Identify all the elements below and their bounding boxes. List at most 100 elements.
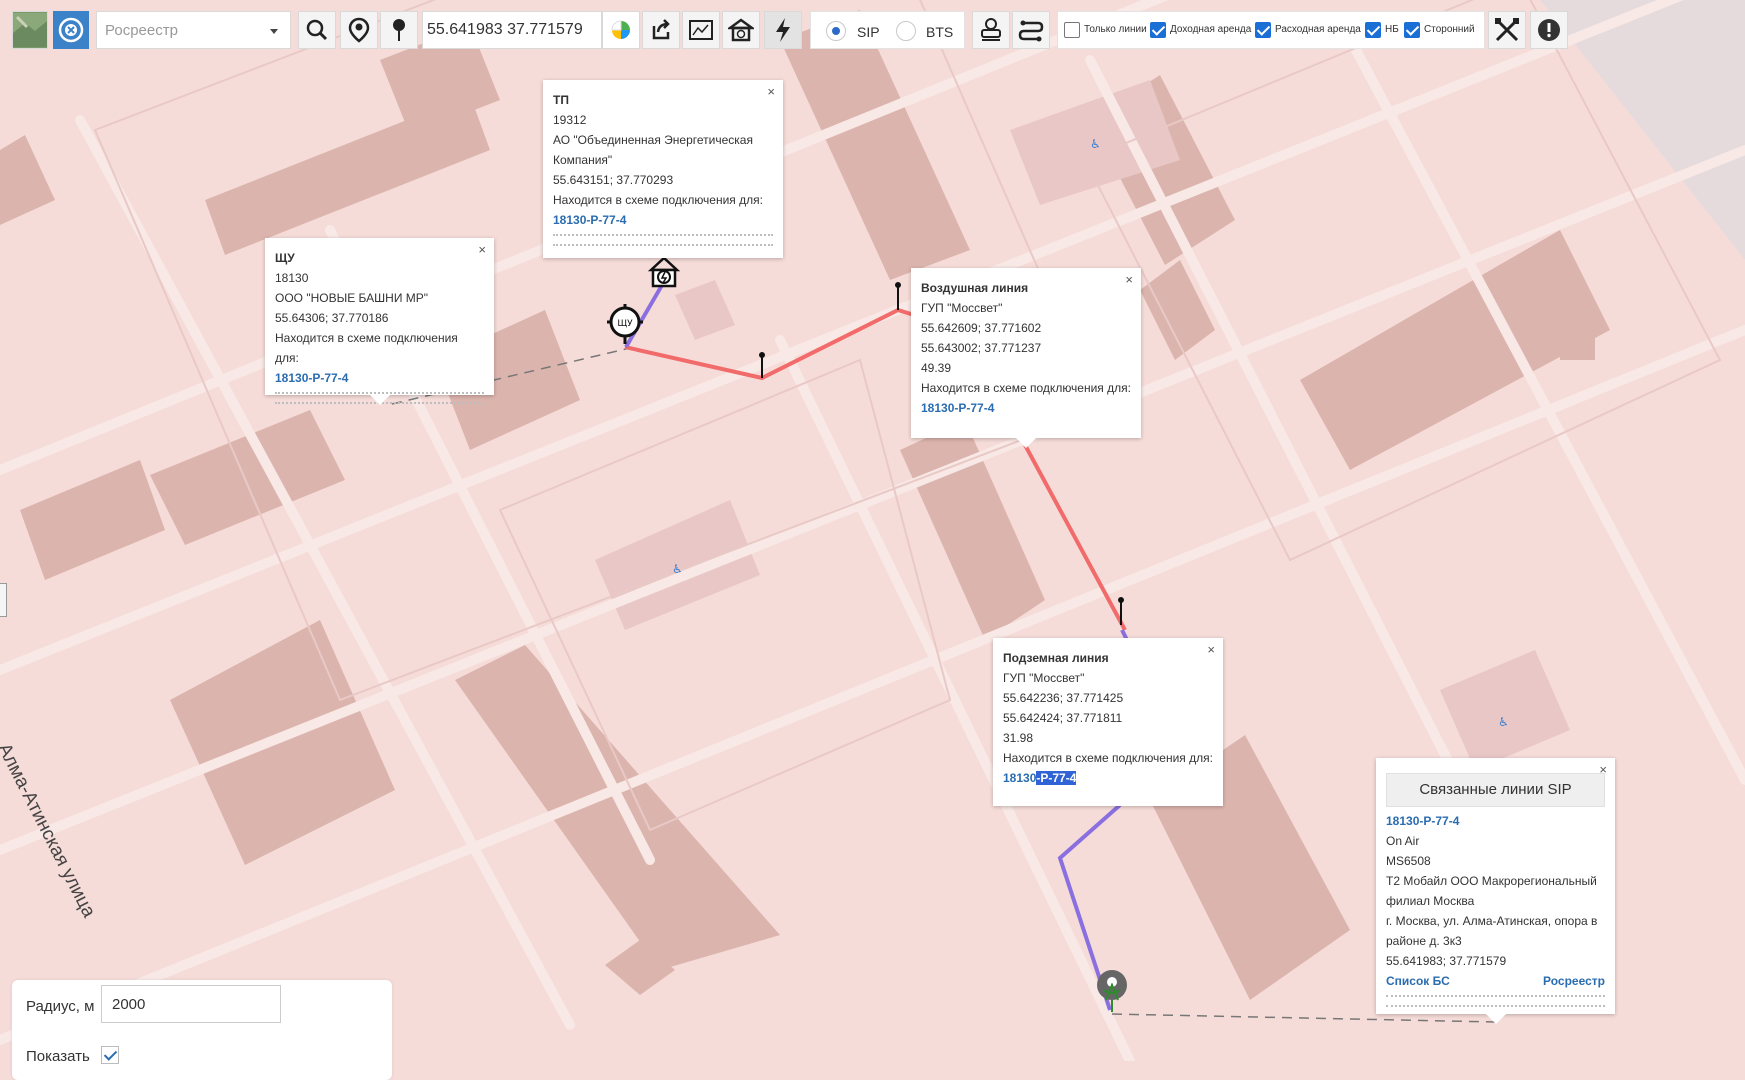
show-checkbox[interactable] (101, 1046, 119, 1064)
layer-select[interactable]: Росреестр (96, 11, 291, 49)
popup-length: 49.39 (921, 361, 952, 375)
reset-button[interactable] (53, 11, 89, 49)
filter-third-party-checkbox[interactable] (1404, 22, 1420, 38)
filter-expense-rent-label: Расходная аренда (1275, 24, 1361, 35)
close-icon[interactable]: × (1125, 270, 1133, 290)
popup-coords: 55.643151; 37.770293 (553, 173, 674, 187)
air-line-popup: × Воздушная линия ГУП "Моссвет" 55.64260… (911, 268, 1141, 448)
filter-checkboxes: Только линии Доходная аренда Расходная а… (1057, 11, 1485, 49)
rosreestr-link[interactable]: Росреестр (1543, 971, 1605, 991)
sip-link[interactable]: 18130-Р-77-4 (1386, 811, 1605, 831)
popup-coords-end: 55.642424; 37.771811 (1003, 711, 1123, 725)
search-button[interactable] (298, 11, 336, 49)
filter-expense-rent-checkbox[interactable] (1255, 22, 1271, 38)
popup-title: Воздушная линия (921, 281, 1029, 295)
radio-sip[interactable] (826, 21, 846, 41)
popup-title: ТП (553, 93, 569, 107)
popup-divider (553, 234, 773, 246)
sip-status: On Air (1386, 834, 1420, 848)
popup-org: ГУП "Моссвет" (921, 301, 1003, 315)
popup-org: АО "Объединенная Энергетическая (553, 133, 753, 147)
share-button[interactable] (642, 11, 680, 49)
route-button[interactable] (1012, 11, 1050, 49)
popup-org: ГУП "Моссвет" (1003, 671, 1085, 685)
popup-org: ООО "НОВЫЕ БАШНИ МР" (275, 291, 429, 305)
map-scheme-button[interactable] (682, 11, 720, 49)
radio-bts[interactable] (896, 21, 916, 41)
location-button[interactable] (340, 11, 378, 49)
alert-icon (1538, 19, 1560, 41)
filter-only-lines-checkbox[interactable] (1064, 22, 1080, 38)
show-label: Показать (26, 1048, 90, 1065)
popup-length: 31.98 (1003, 731, 1034, 745)
radio-sip-label: SIP (857, 24, 880, 40)
popup-id: 18130 (275, 271, 309, 285)
color-picker-button[interactable] (602, 11, 640, 49)
sip-org: Т2 Мобайл ООО Макрорегиональный (1386, 874, 1597, 888)
map-pin-icon (348, 17, 370, 43)
filter-income-rent-label: Доходная аренда (1170, 24, 1252, 35)
filter-income-rent-checkbox[interactable] (1150, 22, 1166, 38)
scheme-link[interactable]: 18130-Р-77-4 (553, 210, 773, 230)
bus-stop-icon: ♿ (672, 562, 683, 576)
sip-coords: 55.641983; 37.771579 (1386, 954, 1507, 968)
power-button[interactable] (764, 11, 802, 49)
scheme-link[interactable]: 18130-Р-77-4 (1003, 768, 1213, 788)
radius-input[interactable] (101, 985, 281, 1023)
stamp-button[interactable] (972, 11, 1010, 49)
sip-address: г. Москва, ул. Алма-Атинская, опора в (1386, 914, 1598, 928)
substation-button[interactable] (722, 11, 760, 49)
radius-panel: Радиус, м Показать (12, 980, 392, 1080)
bus-stop-icon: ♿ (1498, 715, 1509, 729)
popup-coords-start: 55.642609; 37.771602 (921, 321, 1042, 335)
popup-title: ЩУ (275, 251, 295, 265)
scheme-link-selected-text: -Р-77-4 (1036, 771, 1077, 785)
radio-bts-label: BTS (926, 24, 954, 40)
sip-address-cont: районе д. 3к3 (1386, 934, 1462, 948)
search-icon (306, 19, 328, 41)
lightning-icon (776, 18, 790, 42)
popup-scheme-label: Находится в схеме подключения для: (1003, 751, 1213, 765)
popup-tail (370, 395, 390, 405)
popup-tail (1486, 1014, 1506, 1024)
color-wheel-icon (611, 20, 630, 39)
filter-nb-checkbox[interactable] (1365, 22, 1381, 38)
network-type-radio-group: SIP BTS (810, 11, 965, 49)
close-icon[interactable]: × (478, 240, 486, 260)
scheme-link-part: 18130 (1003, 771, 1037, 785)
close-icon[interactable]: × (767, 82, 775, 102)
scheme-link[interactable]: 18130-Р-77-4 (921, 398, 1131, 418)
bs-list-link[interactable]: Список БС (1386, 971, 1450, 991)
substation-icon (728, 18, 754, 42)
scheme-link[interactable]: 18130-Р-77-4 (275, 368, 484, 388)
popup-coords-start: 55.642236; 37.771425 (1003, 691, 1124, 705)
filter-only-lines-label: Только линии (1084, 24, 1147, 35)
popup-id: 19312 (553, 113, 587, 127)
radius-label: Радиус, м (26, 998, 95, 1015)
satellite-layer-button[interactable] (12, 11, 48, 49)
route-icon (1018, 20, 1044, 42)
marker-button[interactable] (380, 11, 418, 49)
popup-tail (1016, 438, 1036, 448)
sip-actions: Список БС Росреестр (1386, 971, 1605, 991)
side-panel-tab[interactable] (0, 583, 7, 617)
coordinates-input[interactable] (422, 11, 602, 49)
sip-code: MS6508 (1386, 854, 1431, 868)
sip-header: Связанные линии SIP (1386, 773, 1605, 807)
popup-divider (1386, 995, 1605, 1007)
close-icon[interactable]: × (1599, 760, 1607, 780)
pushpin-icon (393, 19, 405, 41)
popup-scheme-label: Находится в схеме подключения для: (921, 381, 1131, 395)
popup-title: Подземная линия (1003, 651, 1109, 665)
close-icon[interactable]: × (1207, 640, 1215, 660)
alert-button[interactable] (1530, 11, 1568, 49)
toolbar: Росреестр 55.641983 37.771579 SIP BTS То… (0, 0, 1745, 60)
bus-stop-icon: ♿ (1090, 137, 1101, 151)
close-circle-icon (58, 17, 84, 43)
popup-coords-end: 55.643002; 37.771237 (921, 341, 1042, 355)
tools-button[interactable] (1488, 11, 1526, 49)
tp-popup: × ТП 19312 АО "Объединенная Энергетическ… (543, 80, 783, 258)
sip-org-cont: филиал Москва (1386, 894, 1475, 908)
popup-scheme-label: Находится в схеме подключения для: (553, 193, 763, 207)
map-scheme-icon (689, 20, 713, 40)
